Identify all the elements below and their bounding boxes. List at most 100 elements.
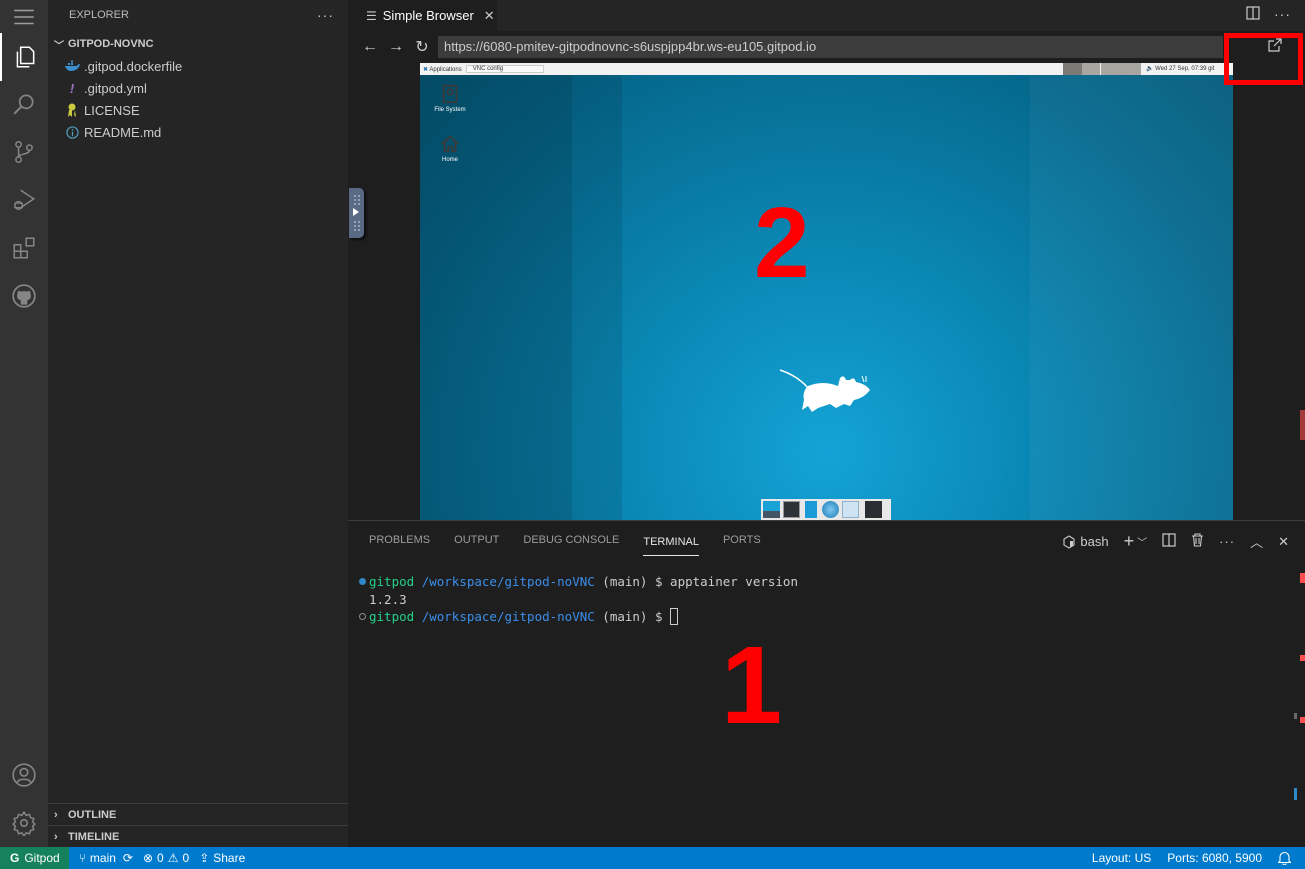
- file-manager-icon[interactable]: [805, 501, 817, 518]
- problems-indicator[interactable]: ⊗ 0 ⚠ 0: [143, 851, 189, 865]
- vnc-desktop[interactable]: ✖ Applications VNC config 🔈 Wed 27 Sep, …: [420, 63, 1233, 520]
- scrollbar-marker: [1300, 717, 1305, 723]
- command-success-decoration[interactable]: [355, 578, 369, 586]
- show-desktop-icon[interactable]: [763, 501, 780, 518]
- notifications-bell-icon[interactable]: [1278, 851, 1291, 865]
- app-finder-icon[interactable]: [842, 501, 859, 518]
- open-external-icon[interactable]: [1267, 37, 1285, 55]
- terminal-line: gitpod /workspace/gitpod-noVNC (main) $: [355, 608, 798, 626]
- reload-icon[interactable]: ↻: [414, 37, 430, 57]
- scrollbar-marker: [1300, 655, 1305, 661]
- account-icon[interactable]: [0, 751, 48, 799]
- settings-gear-icon[interactable]: [0, 799, 48, 847]
- outline-label: OUTLINE: [68, 808, 117, 821]
- remote-label: Gitpod: [24, 851, 60, 865]
- command-output: 1.2.3: [369, 591, 407, 607]
- more-actions-icon[interactable]: ···: [317, 7, 334, 23]
- grip-dots: [353, 194, 361, 206]
- more-actions-icon[interactable]: ···: [1274, 6, 1291, 23]
- panel-clock: 🔈 Wed 27 Sep, 07:39 git: [1146, 66, 1215, 72]
- novnc-control-handle[interactable]: [349, 188, 364, 238]
- desktop-band: [420, 63, 572, 520]
- extensions-icon[interactable]: [0, 224, 48, 272]
- terminal-output[interactable]: gitpod /workspace/gitpod-noVNC (main) $ …: [355, 573, 798, 626]
- trash-icon[interactable]: [1191, 533, 1204, 550]
- folder-icon[interactable]: [865, 501, 882, 518]
- git-branch-icon: ⑂: [78, 851, 86, 865]
- workspace-2[interactable]: [1082, 63, 1100, 75]
- url-input[interactable]: https://6080-pmitev-gitpodnovnc-s6uspjpp…: [438, 36, 1223, 58]
- terminal-shell-selector[interactable]: bash: [1062, 534, 1109, 549]
- command-empty-decoration[interactable]: [355, 613, 369, 621]
- close-panel-icon[interactable]: ✕: [1278, 534, 1289, 550]
- search-icon[interactable]: [0, 80, 48, 128]
- tab-problems[interactable]: PROBLEMS: [369, 521, 430, 559]
- tab-terminal[interactable]: TERMINAL: [643, 528, 699, 556]
- outline-section[interactable]: › OUTLINE: [48, 803, 348, 825]
- tab-simple-browser[interactable]: ☰ Simple Browser ✕: [348, 0, 497, 31]
- grip-dots: [353, 220, 361, 232]
- xfce-dock: [761, 499, 891, 520]
- file-item[interactable]: ! .gitpod.yml: [48, 77, 348, 99]
- folder-root[interactable]: ﹀ GITPOD-NOVNC: [48, 33, 348, 55]
- file-item[interactable]: LICENSE: [48, 99, 348, 121]
- branch-indicator[interactable]: ⑂ main ⟳: [79, 851, 133, 865]
- tab-output[interactable]: OUTPUT: [454, 521, 499, 559]
- share-icon: ⇪: [199, 851, 210, 865]
- expand-arrow-icon: [353, 208, 359, 216]
- editor-actions: ···: [1246, 6, 1291, 23]
- yaml-icon: !: [69, 80, 75, 96]
- preview-icon: ☰: [366, 8, 377, 23]
- annotation-1: 1: [721, 624, 783, 747]
- tab-debug-console[interactable]: DEBUG CONSOLE: [523, 521, 619, 559]
- gitpod-icon: G: [10, 851, 20, 865]
- maximize-panel-icon[interactable]: ︿: [1250, 532, 1263, 551]
- source-control-icon[interactable]: [0, 128, 48, 176]
- workspace-3[interactable]: [1101, 63, 1141, 75]
- browser-nav: ← → ↻ https://6080-pmitev-gitpodnovnc-s6…: [348, 31, 1305, 63]
- explorer-icon[interactable]: [0, 33, 48, 81]
- applications-menu[interactable]: ✖ Applications: [420, 66, 462, 73]
- desktop-icon-label: Home: [441, 157, 458, 163]
- docker-icon: [62, 60, 82, 72]
- scrollbar-marker: [1300, 410, 1305, 440]
- ports-indicator[interactable]: Ports: 6080, 5900: [1167, 851, 1262, 865]
- taskbar-window[interactable]: VNC config: [465, 65, 545, 73]
- clock-text: Wed 27 Sep, 07:39: [1155, 66, 1207, 72]
- run-debug-icon[interactable]: [0, 176, 48, 224]
- file-name: README.md: [84, 124, 162, 140]
- chevron-right-icon: ›: [54, 830, 58, 843]
- file-item[interactable]: .gitpod.dockerfile: [48, 55, 348, 77]
- error-count: 0: [157, 851, 164, 865]
- close-icon[interactable]: ✕: [484, 8, 495, 24]
- back-arrow-icon[interactable]: ←: [362, 38, 378, 56]
- split-terminal-icon[interactable]: [1162, 533, 1176, 550]
- forward-arrow-icon[interactable]: →: [388, 38, 404, 56]
- github-icon[interactable]: [0, 272, 48, 320]
- file-item[interactable]: README.md: [48, 121, 348, 143]
- xfce-top-panel: ✖ Applications VNC config 🔈 Wed 27 Sep, …: [420, 63, 1233, 75]
- desktop-icon-home[interactable]: Home: [420, 133, 480, 163]
- timeline-section[interactable]: › TIMELINE: [48, 825, 348, 847]
- split-editor-icon[interactable]: [1246, 6, 1260, 23]
- file-name: .gitpod.yml: [84, 80, 147, 96]
- workspace-1[interactable]: [1063, 63, 1082, 75]
- keyboard-layout[interactable]: Layout: US: [1092, 851, 1151, 865]
- web-browser-icon[interactable]: [822, 501, 839, 518]
- scrollbar-marker: [1294, 788, 1297, 800]
- chevron-down-icon[interactable]: ﹀: [1137, 534, 1147, 549]
- remote-indicator[interactable]: G Gitpod: [0, 847, 69, 869]
- applications-label: Applications: [429, 66, 462, 73]
- annotation-2: 2: [754, 187, 810, 299]
- menu-icon[interactable]: [0, 0, 48, 34]
- warning-icon: ⚠: [167, 851, 179, 865]
- desktop-icon-file-system[interactable]: File System: [420, 83, 480, 113]
- share-button[interactable]: ⇪ Share: [199, 851, 245, 865]
- new-terminal-icon[interactable]: +: [1124, 531, 1135, 552]
- prompt-user: gitpod: [369, 609, 415, 624]
- sync-icon[interactable]: ⟳: [123, 851, 133, 865]
- desktop-band: [572, 63, 622, 520]
- tab-ports[interactable]: PORTS: [723, 521, 761, 559]
- more-actions-icon[interactable]: ···: [1219, 534, 1235, 549]
- terminal-icon[interactable]: [783, 501, 800, 518]
